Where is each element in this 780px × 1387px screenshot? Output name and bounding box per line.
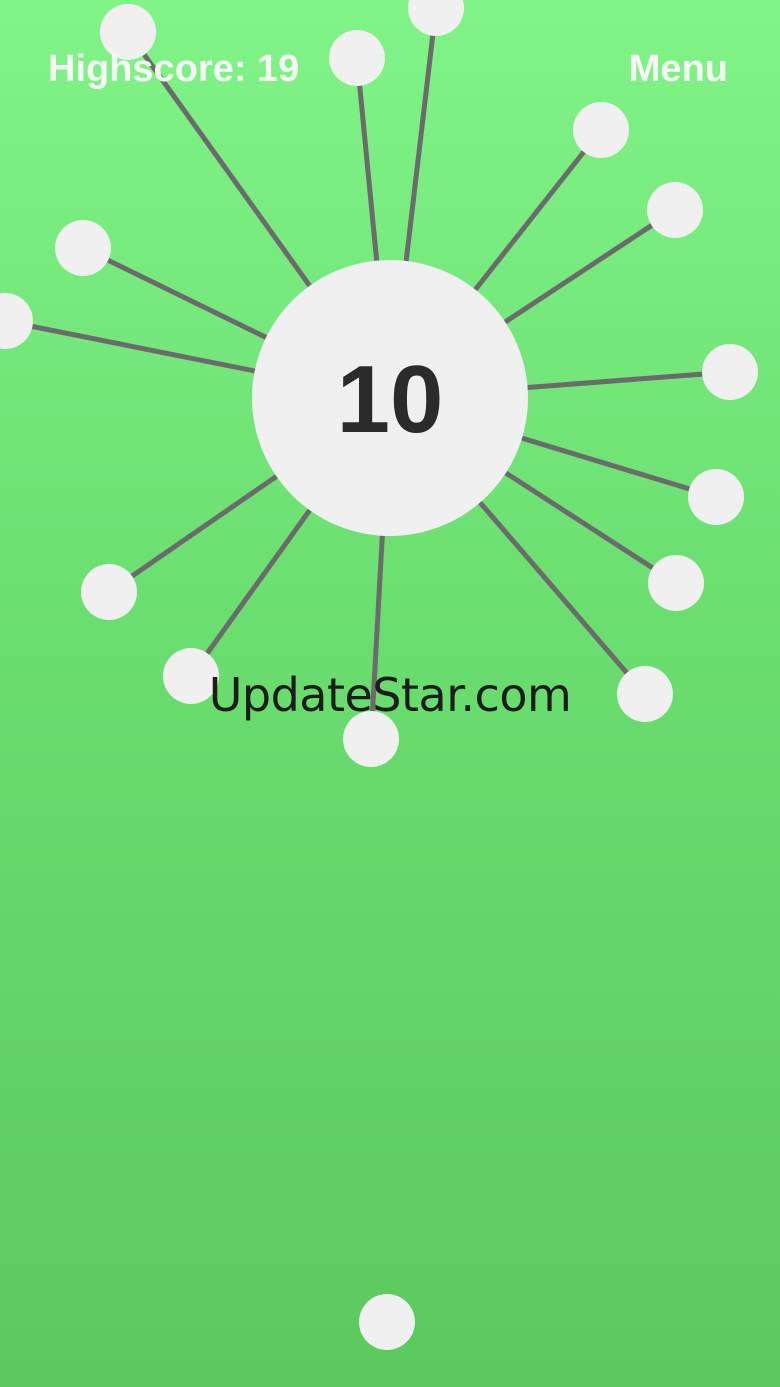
pin-ball-10 (648, 555, 704, 611)
pin-ball-2 (329, 30, 385, 86)
pin-line-5 (488, 207, 677, 335)
pin-line-9 (504, 430, 717, 500)
pin-ball-11 (81, 564, 137, 620)
game-stage[interactable]: 10 Highscore: 19 Menu UpdateStar.com (0, 0, 780, 1387)
pin-ball-7 (0, 293, 33, 349)
pin-ball-9 (688, 469, 744, 525)
level-number: 10 (337, 346, 444, 453)
highscore-label: Highscore: 19 (48, 48, 300, 90)
pin-ball-8 (702, 344, 758, 400)
menu-button[interactable]: Menu (629, 48, 728, 91)
pin-line-4 (462, 128, 603, 306)
watermark-text: UpdateStar.com (208, 668, 572, 722)
pin-ball-4 (573, 102, 629, 158)
pin-line-6 (81, 245, 284, 348)
pin-line-7 (4, 318, 273, 377)
pin-ball-6 (55, 220, 111, 276)
next-pin-ball[interactable] (359, 1294, 415, 1350)
pin-line-10 (489, 461, 678, 586)
pin-ball-5 (647, 182, 703, 238)
pin-line-3 (401, 7, 439, 280)
pin-line-2 (354, 57, 381, 279)
pin-ball-3 (408, 0, 464, 36)
pin-line-8 (509, 369, 731, 392)
pin-line-13 (466, 487, 647, 696)
